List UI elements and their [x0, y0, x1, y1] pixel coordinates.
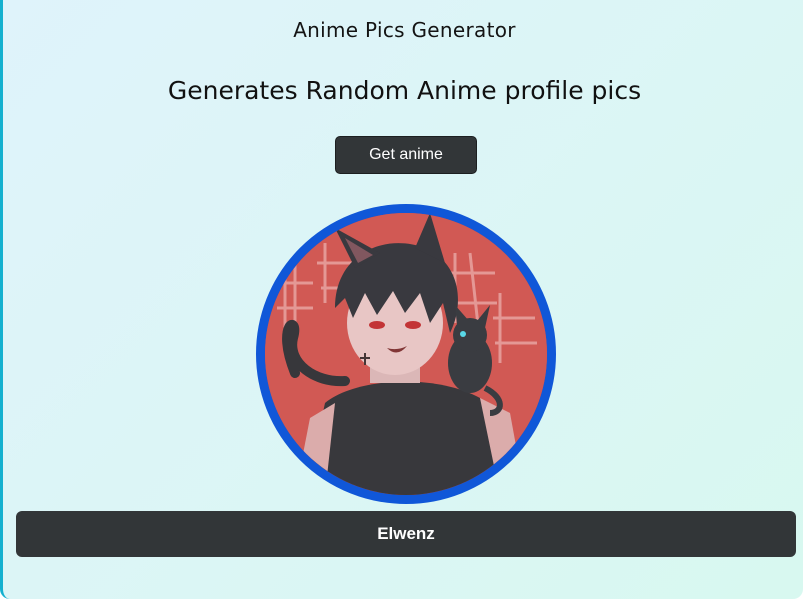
get-anime-button[interactable]: Get anime [335, 136, 477, 174]
artist-name-bar: Elwenz [16, 511, 796, 557]
app-title: Anime Pics Generator [293, 18, 516, 42]
anime-avatar-image [256, 204, 556, 504]
app-card: Anime Pics Generator Generates Random An… [0, 0, 803, 599]
anime-character-illustration [265, 213, 547, 495]
page-heading: Generates Random Anime profile pics [167, 76, 642, 105]
